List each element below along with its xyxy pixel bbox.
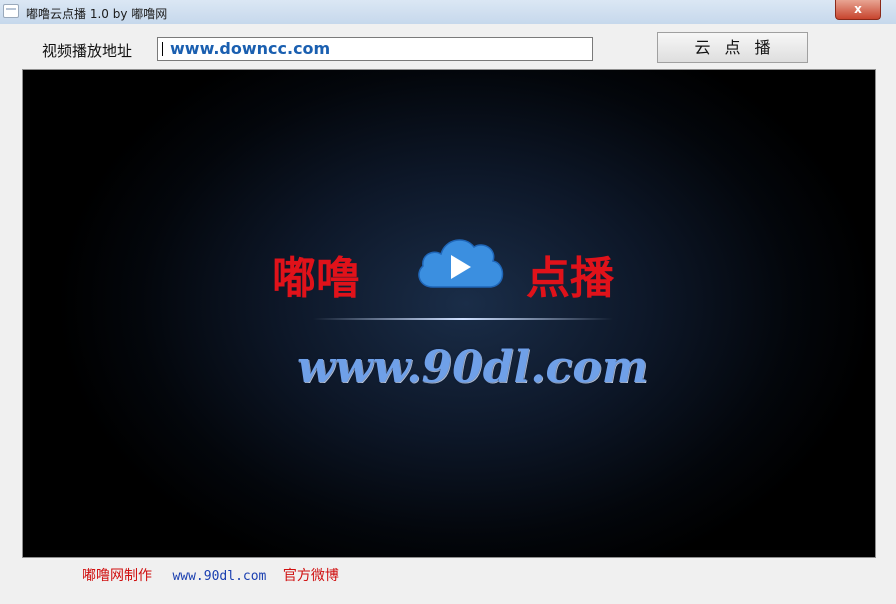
url-input[interactable]: www.downcc.com <box>157 37 593 61</box>
site-url-text: www.90dl.com <box>297 342 649 393</box>
footer: 嘟噜网制作 www.90dl.com 官方微博 <box>82 565 339 585</box>
video-screen[interactable]: 嘟噜 点播 www.90dl.com <box>23 70 875 557</box>
site-link[interactable]: www.90dl.com <box>172 569 266 584</box>
title-bar: 嘟噜云点播 1.0 by 嘟噜网 x <box>0 0 896 24</box>
close-button[interactable]: x <box>835 0 881 20</box>
glow-divider <box>313 318 613 320</box>
weibo-link[interactable]: 官方微博 <box>283 568 339 584</box>
video-player[interactable]: 嘟噜 点播 www.90dl.com <box>22 69 876 558</box>
logo-text-right: 点播 <box>526 253 614 304</box>
logo-text-left: 嘟噜 <box>272 253 360 304</box>
window-title: 嘟噜云点播 1.0 by 嘟噜网 <box>26 7 168 21</box>
cloud-play-icon <box>418 239 504 288</box>
cloud-play-button[interactable]: 云点播 <box>657 32 808 63</box>
made-by-link[interactable]: 嘟噜网制作 <box>82 568 152 584</box>
app-icon <box>3 4 19 18</box>
url-label: 视频播放地址 <box>42 42 133 60</box>
